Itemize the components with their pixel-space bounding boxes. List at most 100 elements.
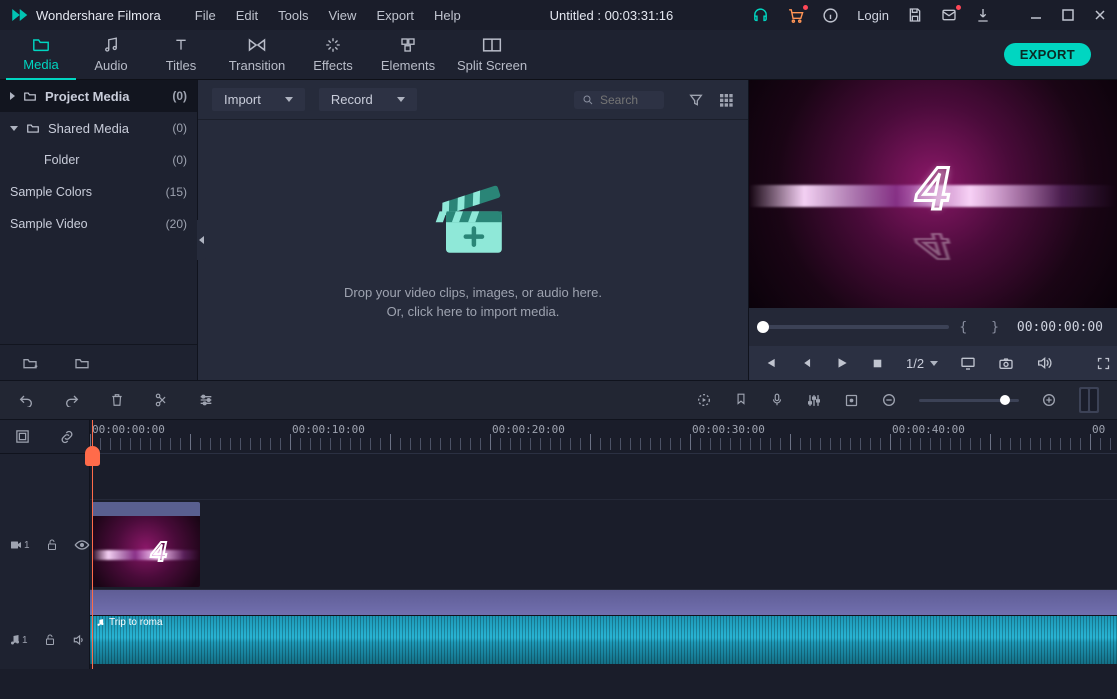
lock-icon[interactable] [44, 633, 56, 647]
mute-icon[interactable] [72, 633, 86, 647]
sidebar-count: (0) [172, 89, 187, 103]
tab-elements[interactable]: Elements [368, 30, 448, 80]
zoom-out-icon[interactable] [881, 392, 897, 408]
stop-icon[interactable] [871, 357, 884, 370]
filter-icon[interactable] [688, 92, 704, 108]
tab-elements-label: Elements [381, 58, 435, 73]
sidebar-item-folder[interactable]: Folder (0) [0, 144, 197, 176]
scrub-handle[interactable] [757, 321, 769, 333]
elements-icon [399, 36, 417, 54]
menu-tools[interactable]: Tools [278, 8, 308, 23]
snapshot-icon[interactable] [998, 356, 1014, 370]
display-settings-icon[interactable] [960, 356, 976, 370]
search-input[interactable] [600, 93, 648, 107]
window-minimize[interactable] [1029, 8, 1043, 22]
chevron-down-icon [397, 97, 405, 102]
video-track-badge: 1 [10, 540, 30, 551]
tab-media-label: Media [23, 57, 58, 72]
volume-icon[interactable] [1036, 355, 1052, 371]
preview-display[interactable]: 4 4 [749, 80, 1117, 308]
visibility-icon[interactable] [74, 539, 90, 551]
video-track-header[interactable]: 1 [0, 500, 89, 590]
sidebar-item-shared-media[interactable]: Shared Media (0) [0, 112, 197, 144]
message-icon[interactable] [941, 7, 957, 23]
window-close[interactable] [1093, 8, 1107, 22]
lock-icon[interactable] [46, 538, 58, 552]
fullscreen-icon[interactable] [1096, 356, 1111, 371]
timeline-scrollbar-toggle[interactable] [1079, 387, 1099, 413]
titlebar-actions: Login [752, 7, 1107, 24]
marker-icon[interactable] [734, 392, 748, 408]
import-label: Import [224, 92, 261, 107]
grid-view-icon[interactable] [718, 92, 734, 108]
manage-tracks-icon[interactable] [15, 429, 30, 444]
crop-icon[interactable] [844, 393, 859, 408]
headset-icon[interactable] [752, 7, 769, 24]
playhead[interactable] [92, 420, 93, 669]
timeline-body[interactable]: 00:00:00:00 00:00:10:00 00:00:20:00 00:0… [90, 420, 1117, 669]
audio-mixer-icon[interactable] [806, 393, 822, 408]
preview-scale-dropdown[interactable]: 1/2 [906, 356, 938, 371]
download-icon[interactable] [975, 7, 991, 23]
video-clip[interactable]: Countdown 8 4 [92, 502, 200, 587]
menu-help[interactable]: Help [434, 8, 461, 23]
timeline-track-empty[interactable] [90, 454, 1117, 500]
cart-icon[interactable] [787, 7, 804, 24]
zoom-slider[interactable] [919, 399, 1019, 402]
export-button[interactable]: EXPORT [1004, 43, 1091, 66]
menu-view[interactable]: View [328, 8, 356, 23]
new-folder-icon[interactable] [22, 356, 38, 370]
render-icon[interactable] [696, 392, 712, 408]
adjust-icon[interactable] [198, 393, 214, 407]
info-icon[interactable] [822, 7, 839, 24]
voiceover-icon[interactable] [770, 392, 784, 408]
menu-file[interactable]: File [195, 8, 216, 23]
folder-icon [26, 122, 40, 134]
tab-effects[interactable]: Effects [298, 30, 368, 80]
redo-icon[interactable] [64, 393, 80, 407]
folder-icon [23, 90, 37, 102]
delete-icon[interactable] [110, 392, 124, 408]
step-back-icon[interactable] [799, 356, 813, 370]
link-icon[interactable] [59, 430, 75, 444]
sidebar-label: Project Media [45, 89, 130, 104]
sidebar-item-sample-colors[interactable]: Sample Colors (15) [0, 176, 197, 208]
timeline-separator-track[interactable] [90, 590, 1117, 616]
sidebar-item-sample-video[interactable]: Sample Video (20) [0, 208, 197, 240]
tab-titles[interactable]: Titles [146, 30, 216, 80]
prev-frame-icon[interactable] [763, 356, 777, 370]
search-input-wrap[interactable] [574, 91, 664, 109]
login-button[interactable]: Login [857, 8, 889, 23]
tab-transition[interactable]: Transition [216, 30, 298, 80]
text-icon [173, 36, 189, 54]
sidebar-label: Shared Media [48, 121, 129, 136]
timeline-ruler[interactable]: 00:00:00:00 00:00:10:00 00:00:20:00 00:0… [90, 420, 1117, 454]
menu-export[interactable]: Export [376, 8, 414, 23]
play-icon[interactable] [835, 356, 849, 370]
record-dropdown[interactable]: Record [319, 88, 417, 111]
transition-icon [247, 36, 267, 54]
timeline-audio-track[interactable]: Trip to roma [90, 616, 1117, 664]
in-out-markers[interactable]: { } [959, 320, 1006, 335]
tab-audio[interactable]: Audio [76, 30, 146, 80]
sidebar-collapse-handle[interactable] [197, 220, 206, 260]
save-icon[interactable] [907, 7, 923, 23]
scrub-track[interactable] [763, 325, 949, 329]
tab-media[interactable]: Media [6, 30, 76, 80]
drop-text-line1: Drop your video clips, images, or audio … [344, 283, 602, 303]
undo-icon[interactable] [18, 393, 34, 407]
clapperboard-icon [428, 179, 518, 269]
menu-edit[interactable]: Edit [236, 8, 258, 23]
timeline-video-track[interactable]: Countdown 8 4 [90, 500, 1117, 590]
zoom-in-icon[interactable] [1041, 392, 1057, 408]
tab-split-screen[interactable]: Split Screen [448, 30, 536, 80]
media-drop-zone[interactable]: Drop your video clips, images, or audio … [198, 120, 748, 380]
split-icon[interactable] [154, 392, 168, 408]
open-folder-icon[interactable] [74, 356, 90, 370]
preview-panel: 4 4 { } 00:00:00:00 1/2 [748, 80, 1117, 380]
zoom-handle[interactable] [1000, 395, 1010, 405]
audio-track-header[interactable]: 1 [0, 616, 89, 664]
sidebar-item-project-media[interactable]: Project Media (0) [0, 80, 197, 112]
import-dropdown[interactable]: Import [212, 88, 305, 111]
window-maximize[interactable] [1061, 8, 1075, 22]
